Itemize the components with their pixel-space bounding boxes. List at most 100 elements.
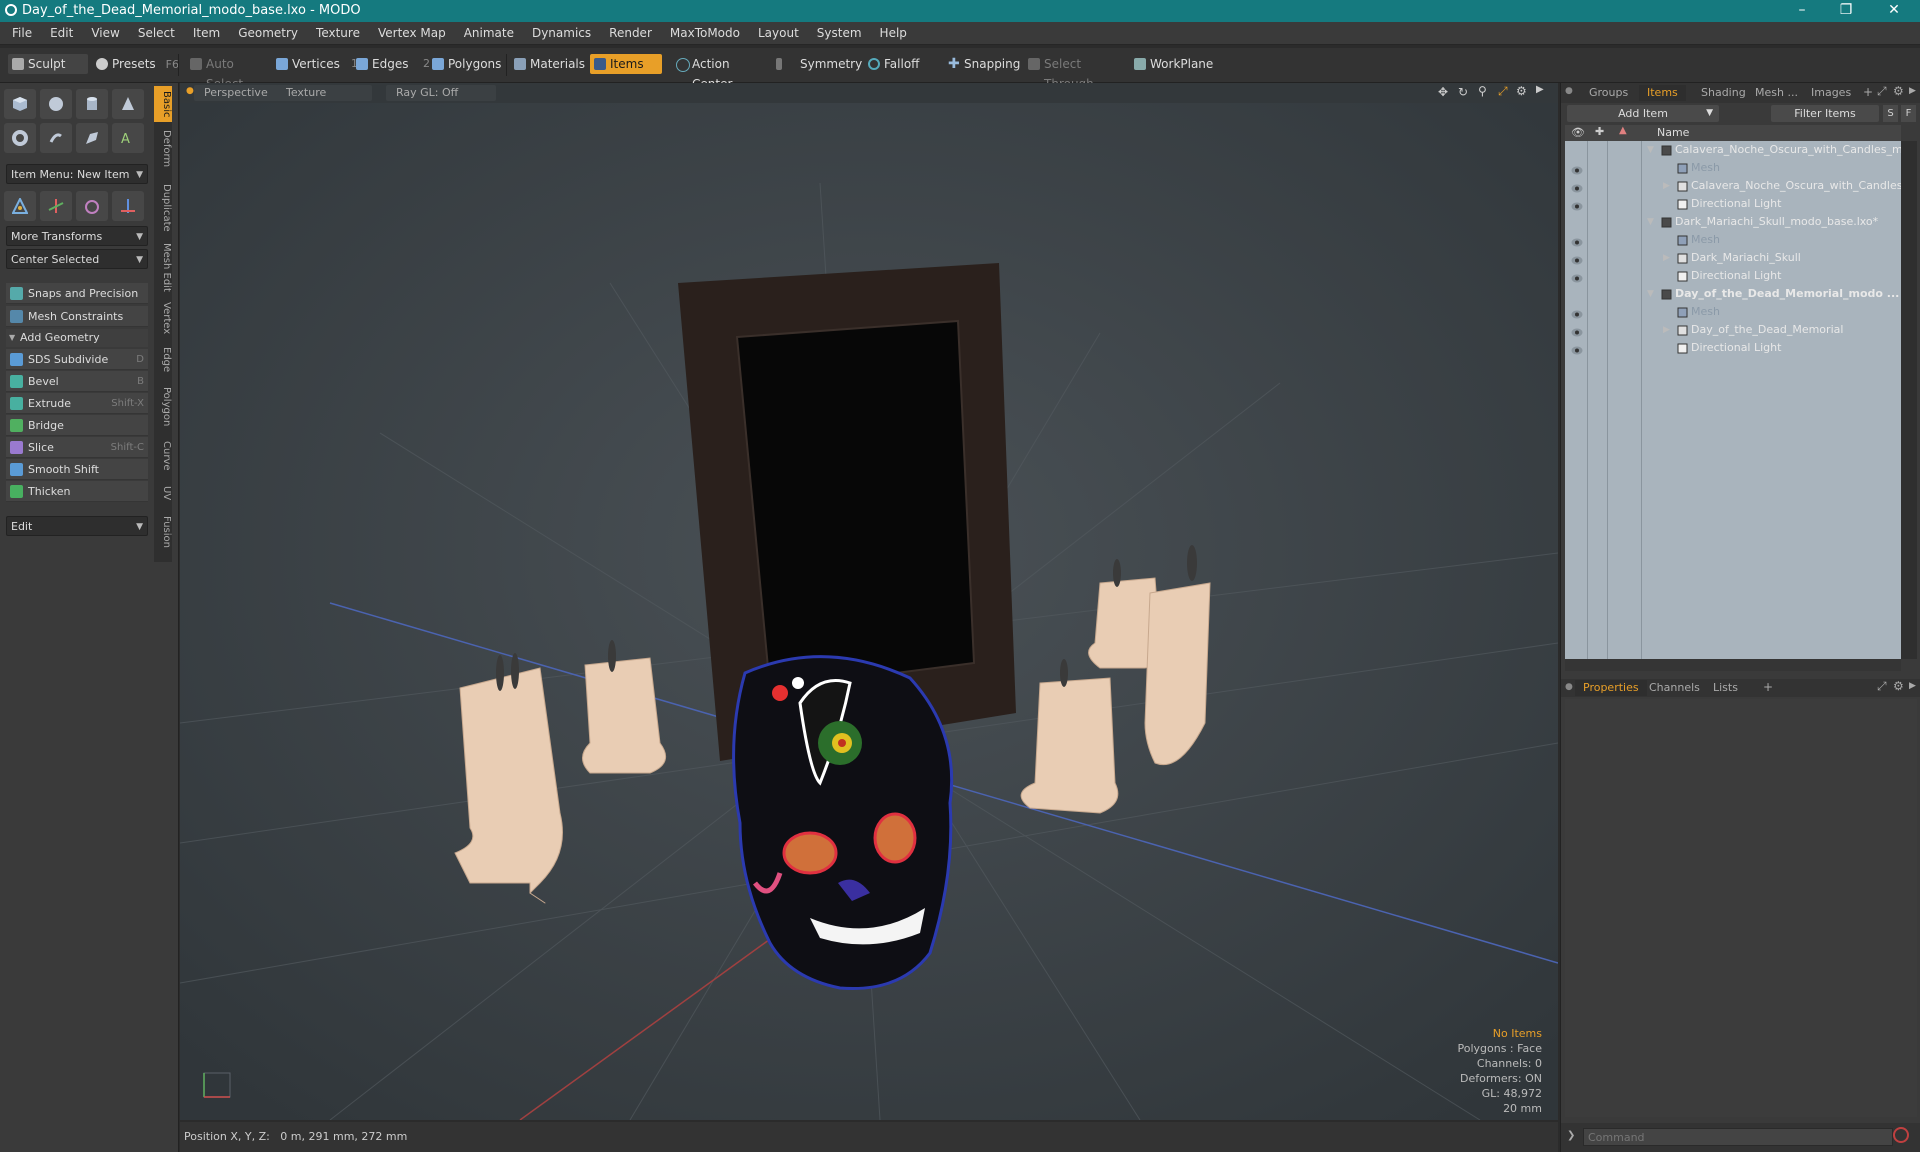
- mesh-constraints-button[interactable]: Mesh Constraints: [6, 306, 148, 327]
- tab-items[interactable]: Items: [1639, 85, 1686, 101]
- edit-dropdown[interactable]: Edit ▼: [6, 516, 148, 536]
- gear-icon[interactable]: ⚙: [1516, 84, 1527, 98]
- eye-icon[interactable]: [1571, 307, 1583, 319]
- vertices-button[interactable]: Vertices 1: [272, 54, 358, 74]
- tab-basic[interactable]: Basic: [154, 86, 172, 122]
- slice-button[interactable]: Slice Shift-C: [6, 437, 148, 458]
- eye-icon[interactable]: [1571, 271, 1583, 283]
- item-tree[interactable]: ▼ Calavera_Noche_Oscura_with_Candles_m ..…: [1565, 141, 1917, 659]
- restore-icon[interactable]: ❐: [1824, 0, 1868, 22]
- arrow-right-icon[interactable]: ▶: [1536, 84, 1544, 95]
- thicken-button[interactable]: Thicken: [6, 481, 148, 502]
- close-icon[interactable]: ✕: [1872, 0, 1916, 22]
- menu-dynamics[interactable]: Dynamics: [523, 22, 600, 44]
- tab-properties[interactable]: Properties: [1575, 680, 1647, 696]
- chevron-down-icon[interactable]: ▼: [1647, 141, 1654, 159]
- menu-select[interactable]: Select: [129, 22, 184, 44]
- bevel-button[interactable]: Bevel B: [6, 371, 148, 392]
- presets-button[interactable]: Presets F6: [92, 54, 179, 74]
- filter-f-button[interactable]: F: [1901, 105, 1916, 122]
- smooth-shift-button[interactable]: Smooth Shift: [6, 459, 148, 480]
- chevron-right-icon[interactable]: ▶: [1663, 177, 1670, 195]
- items-button[interactable]: Items: [590, 54, 662, 74]
- symmetry-button[interactable]: Symmetry: [772, 54, 862, 74]
- sds-subdivide-button[interactable]: SDS Subdivide D: [6, 349, 148, 370]
- orbit-icon[interactable]: ↻: [1458, 85, 1468, 99]
- tab-lists[interactable]: Lists: [1705, 680, 1746, 696]
- snapping-button[interactable]: ✚ Snapping: [944, 54, 1028, 74]
- add-tab-icon[interactable]: +: [1863, 85, 1873, 99]
- tree-hscroll[interactable]: [1565, 659, 1901, 671]
- tab-edge[interactable]: Edge: [154, 342, 172, 378]
- tree-item-mesh[interactable]: Mesh: [1565, 303, 1905, 321]
- menu-render[interactable]: Render: [600, 22, 661, 44]
- tab-duplicate[interactable]: Duplicate: [154, 180, 172, 236]
- menu-edit[interactable]: Edit: [41, 22, 82, 44]
- eye-icon[interactable]: [1571, 199, 1583, 211]
- chevron-down-icon[interactable]: ▼: [1647, 213, 1654, 231]
- expand-icon[interactable]: ⤢: [1877, 679, 1887, 694]
- gear-icon[interactable]: ⚙: [1893, 679, 1904, 693]
- menu-texture[interactable]: Texture: [307, 22, 369, 44]
- chevron-right-icon[interactable]: ▶: [1663, 321, 1670, 339]
- materials-button[interactable]: Materials: [510, 54, 590, 74]
- tree-item-group[interactable]: ▶ Dark_Mariachi_Skull: [1565, 249, 1905, 267]
- tab-channels[interactable]: Channels: [1641, 680, 1708, 696]
- tree-item-light[interactable]: Directional Light: [1565, 267, 1905, 285]
- minimize-icon[interactable]: –: [1780, 0, 1824, 22]
- tree-item-mesh[interactable]: Mesh: [1565, 159, 1905, 177]
- auto-select-button[interactable]: Auto Select: [186, 54, 266, 91]
- eye-icon[interactable]: [1571, 343, 1583, 355]
- eye-icon[interactable]: [1571, 253, 1583, 265]
- menu-system[interactable]: System: [808, 22, 871, 44]
- tab-mesh-edit[interactable]: Mesh Edit: [154, 240, 172, 294]
- tree-scrollbar[interactable]: [1901, 141, 1917, 659]
- tab-deform[interactable]: Deform: [154, 126, 172, 172]
- cylinder-primitive-button[interactable]: [76, 89, 108, 119]
- zoom-icon[interactable]: ⚲: [1478, 84, 1487, 98]
- expand-icon[interactable]: ⤢: [1877, 84, 1887, 99]
- add-geometry-section[interactable]: ▼ Add Geometry: [6, 329, 148, 347]
- cone-primitive-button[interactable]: [112, 89, 144, 119]
- view-texture-button[interactable]: Texture: [276, 85, 372, 101]
- more-transforms-dropdown[interactable]: More Transforms ▼: [6, 226, 148, 246]
- tree-item-scene[interactable]: ▼ Calavera_Noche_Oscura_with_Candles_m ..…: [1565, 141, 1917, 159]
- record-icon[interactable]: [1893, 1127, 1909, 1143]
- tab-shading[interactable]: Shading: [1693, 85, 1754, 101]
- tree-item-light[interactable]: Directional Light: [1565, 339, 1905, 357]
- action-center-button[interactable]: Action Center: [672, 54, 768, 91]
- capsule-primitive-button[interactable]: [40, 123, 72, 153]
- chevron-right-icon[interactable]: ▶: [1663, 249, 1670, 267]
- workplane-button[interactable]: WorkPlane: [1130, 54, 1216, 74]
- filter-s-button[interactable]: S: [1883, 105, 1898, 122]
- arrow-right-icon[interactable]: ▶: [1909, 681, 1916, 691]
- tree-item-scene[interactable]: ▼ Dark_Mariachi_Skull_modo_base.lxo*: [1565, 213, 1905, 231]
- tree-item-mesh[interactable]: Mesh: [1565, 231, 1905, 249]
- gear-icon[interactable]: ⚙: [1893, 84, 1904, 98]
- menu-help[interactable]: Help: [871, 22, 916, 44]
- polygons-button[interactable]: Polygons: [428, 54, 504, 74]
- tab-fusion[interactable]: Fusion: [154, 510, 172, 554]
- menu-maxtomodo[interactable]: MaxToModo: [661, 22, 749, 44]
- transform-tool-button[interactable]: [112, 191, 144, 221]
- menu-item[interactable]: Item: [184, 22, 229, 44]
- command-input[interactable]: [1583, 1128, 1893, 1146]
- extrude-button[interactable]: Extrude Shift-X: [6, 393, 148, 414]
- move-tool-button[interactable]: [4, 191, 36, 221]
- maximize-icon[interactable]: ⤢: [1498, 84, 1508, 99]
- tab-images[interactable]: Images: [1803, 85, 1859, 101]
- sculpt-button[interactable]: Sculpt: [8, 54, 88, 74]
- eye-icon[interactable]: [1571, 181, 1583, 193]
- select-through-button[interactable]: Select Through: [1024, 54, 1124, 91]
- filter-items-input[interactable]: Filter Items: [1771, 105, 1879, 122]
- falloff-button[interactable]: Falloff: [864, 54, 936, 74]
- torus-primitive-button[interactable]: [4, 123, 36, 153]
- cube-primitive-button[interactable]: [4, 89, 36, 119]
- tab-mesh[interactable]: Mesh ...: [1747, 85, 1806, 101]
- 3d-viewport[interactable]: ● Perspective Texture Ray GL: Off ✥ ↻ ⚲ …: [180, 83, 1558, 1120]
- add-tab-icon[interactable]: +: [1763, 680, 1773, 694]
- tree-item-group[interactable]: ▶ Day_of_the_Dead_Memorial: [1565, 321, 1905, 339]
- pan-icon[interactable]: ✥: [1438, 85, 1448, 99]
- tab-uv[interactable]: UV: [154, 480, 172, 506]
- menu-layout[interactable]: Layout: [749, 22, 808, 44]
